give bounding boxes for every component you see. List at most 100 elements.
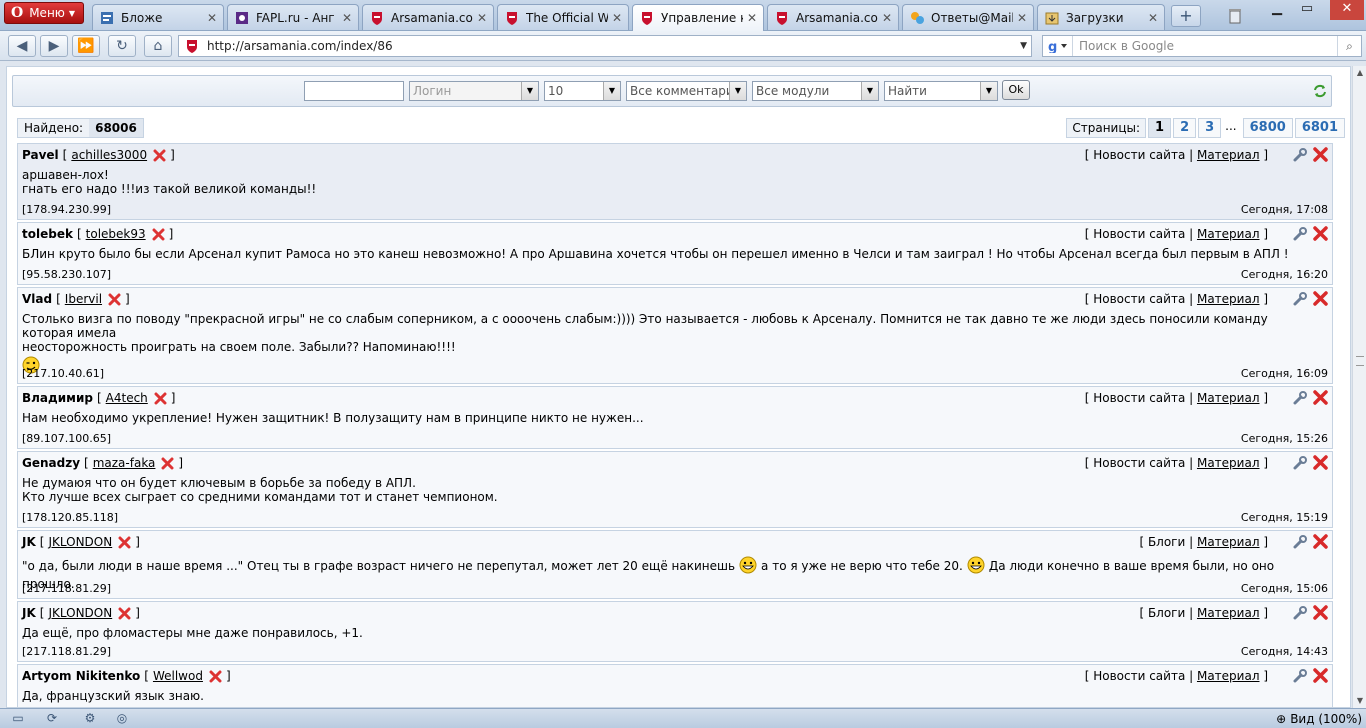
search-icon[interactable]: ⌕ — [1337, 36, 1361, 56]
tab-1[interactable]: Бложе ✕ — [92, 4, 224, 30]
home-button[interactable]: ⌂ — [144, 35, 172, 57]
close-icon[interactable]: ✕ — [612, 11, 622, 25]
back-button[interactable]: ◀ — [8, 35, 36, 57]
close-window-button[interactable]: ✕ — [1330, 0, 1364, 20]
comment-header: Genadzy[maza-faka] — [22, 456, 183, 470]
material-link[interactable]: Материал — [1197, 227, 1260, 241]
comment-login-link[interactable]: maza-faka — [93, 456, 156, 470]
modules-select[interactable]: Все модули ▼ — [752, 81, 879, 101]
delete-comment-icon[interactable] — [1313, 291, 1328, 306]
comment-login-link[interactable]: A4tech — [106, 391, 148, 405]
separator: | — [1185, 292, 1197, 306]
delete-user-icon[interactable] — [118, 607, 131, 620]
close-icon[interactable]: ✕ — [882, 11, 892, 25]
close-icon[interactable]: ✕ — [1017, 11, 1027, 25]
edit-wrench-icon[interactable] — [1292, 291, 1308, 307]
delete-user-icon[interactable] — [153, 149, 166, 162]
edit-wrench-icon[interactable] — [1292, 668, 1308, 684]
comment-login-link[interactable]: achilles3000 — [71, 148, 147, 162]
close-icon[interactable]: ✕ — [477, 11, 487, 25]
comment-login-link[interactable]: JKLONDON — [48, 606, 112, 620]
edit-wrench-icon[interactable] — [1292, 455, 1308, 471]
material-link[interactable]: Материал — [1197, 456, 1260, 470]
web-icon[interactable]: ◎ — [108, 711, 136, 727]
tab-2[interactable]: FAPL.ru - Анг ✕ — [227, 4, 359, 30]
delete-user-icon[interactable] — [152, 228, 165, 241]
turbo-icon[interactable]: ⟳ — [38, 711, 66, 727]
tab-4[interactable]: The Official W ✕ — [497, 4, 629, 30]
material-link[interactable]: Материал — [1197, 669, 1260, 683]
scroll-up-arrow-icon[interactable]: ▲ — [1353, 66, 1366, 80]
delete-user-icon[interactable] — [108, 293, 121, 306]
ok-button[interactable]: Ok — [1002, 80, 1030, 100]
delete-comment-icon[interactable] — [1313, 668, 1328, 683]
delete-comment-icon[interactable] — [1313, 226, 1328, 241]
close-icon[interactable]: ✕ — [747, 11, 757, 25]
edit-wrench-icon[interactable] — [1292, 605, 1308, 621]
delete-comment-icon[interactable] — [1313, 534, 1328, 549]
panel-toggle-icon[interactable]: ▭ — [4, 711, 32, 727]
edit-wrench-icon[interactable] — [1292, 390, 1308, 406]
action-select[interactable]: Найти ▼ — [884, 81, 998, 101]
bracket-open: [ — [76, 227, 82, 241]
delete-comment-icon[interactable] — [1313, 147, 1328, 162]
google-icon[interactable]: g — [1043, 36, 1073, 56]
refresh-icon[interactable] — [1313, 84, 1327, 98]
maximize-button[interactable]: ▭ — [1292, 0, 1322, 20]
comment-login-link[interactable]: tolebek93 — [86, 227, 146, 241]
scroll-down-arrow-icon[interactable]: ▼ — [1353, 694, 1366, 708]
tab-3[interactable]: Arsamania.co ✕ — [362, 4, 494, 30]
delete-comment-icon[interactable] — [1313, 605, 1328, 620]
fast-forward-button[interactable]: ⏩ — [72, 35, 100, 57]
comment-row: JK[JKLONDON][ Блоги | Материал ] "о да, б… — [17, 530, 1333, 599]
close-icon[interactable]: ✕ — [1148, 11, 1158, 25]
page-link[interactable]: 6801 — [1294, 118, 1345, 138]
opera-menu-button[interactable]: O Меню ▼ — [4, 2, 84, 24]
delete-comment-icon[interactable] — [1313, 455, 1328, 470]
edit-wrench-icon[interactable] — [1292, 534, 1308, 550]
chevron-down-icon[interactable]: ▼ — [1020, 41, 1027, 51]
trash-icon[interactable] — [1226, 6, 1244, 24]
reload-button[interactable]: ↻ — [108, 35, 136, 57]
comment-login-link[interactable]: Wellwod — [153, 669, 203, 683]
edit-wrench-icon[interactable] — [1292, 147, 1308, 163]
per-page-select[interactable]: 10 ▼ — [544, 81, 621, 101]
address-bar[interactable]: http://arsamania.com/index/86 ▼ — [178, 35, 1032, 57]
comment-row: Владимир[A4tech][ Новости сайта | Матери… — [17, 386, 1333, 449]
material-link[interactable]: Материал — [1197, 148, 1260, 162]
login-select[interactable]: Логин ▼ — [409, 81, 539, 101]
tab-6[interactable]: Arsamania.co ✕ — [767, 4, 899, 30]
close-icon[interactable]: ✕ — [342, 11, 352, 25]
page-link[interactable]: 2 — [1173, 118, 1197, 138]
comments-type-select[interactable]: Все комментарии ▼ — [626, 81, 747, 101]
material-link[interactable]: Материал — [1197, 606, 1260, 620]
page-link[interactable]: 3 — [1198, 118, 1222, 138]
unite-icon[interactable]: ⚙ — [76, 711, 104, 727]
page-link[interactable]: 1 — [1148, 118, 1172, 138]
vertical-scrollbar[interactable]: ▲ ▼ — [1352, 66, 1366, 708]
new-tab-button[interactable]: + — [1171, 5, 1201, 27]
tab-7[interactable]: Ответы@Mail. ✕ — [902, 4, 1034, 30]
comment-login-link[interactable]: Ibervil — [65, 292, 102, 306]
material-link[interactable]: Материал — [1197, 391, 1260, 405]
tab-5-active[interactable]: Управление к ✕ — [632, 4, 764, 31]
zoom-control[interactable]: ⊕ Вид (100%) — [1276, 710, 1362, 727]
delete-user-icon[interactable] — [161, 457, 174, 470]
delete-comment-icon[interactable] — [1313, 390, 1328, 405]
forward-button[interactable]: ▶ — [40, 35, 68, 57]
bracket-open: [ — [1084, 669, 1094, 683]
comment-login-link[interactable]: JKLONDON — [48, 535, 112, 549]
page-link[interactable]: 6800 — [1242, 118, 1293, 138]
material-link[interactable]: Материал — [1197, 292, 1260, 306]
material-link[interactable]: Материал — [1197, 535, 1260, 549]
navigation-bar: ◀ ▶ ⏩ ↻ ⌂ http://arsamania.com/index/86 … — [0, 31, 1366, 61]
search-text-input[interactable] — [304, 81, 404, 101]
edit-wrench-icon[interactable] — [1292, 226, 1308, 242]
search-field[interactable]: g Поиск в Google ⌕ — [1042, 35, 1362, 57]
tab-8[interactable]: Загрузки ✕ — [1037, 4, 1165, 30]
delete-user-icon[interactable] — [154, 392, 167, 405]
minimize-button[interactable]: ▁ — [1262, 0, 1292, 20]
delete-user-icon[interactable] — [209, 670, 222, 683]
delete-user-icon[interactable] — [118, 536, 131, 549]
close-icon[interactable]: ✕ — [207, 11, 217, 25]
